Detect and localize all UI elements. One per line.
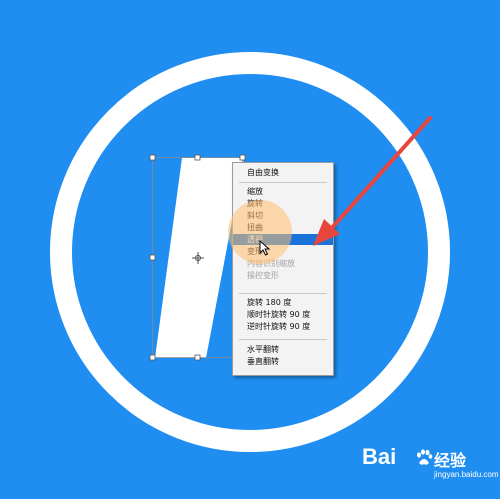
menu-item-rotate-90-cw[interactable]: 顺时针旋转 90 度 bbox=[233, 309, 333, 320]
menu-item-rotate-180[interactable]: 旋转 180 度 bbox=[233, 297, 333, 308]
watermark-url: jingyan.baidu.com bbox=[434, 470, 499, 479]
watermark-brand: Bai bbox=[362, 444, 397, 469]
menu-item-flip-horizontal[interactable]: 水平翻转 bbox=[233, 344, 333, 355]
mouse-cursor-icon bbox=[259, 240, 271, 256]
menu-item-scale[interactable]: 缩放 bbox=[233, 186, 333, 197]
menu-item-puppet-warp: 操控变形 bbox=[247, 271, 279, 280]
menu-separator bbox=[239, 339, 327, 340]
menu-separator bbox=[239, 182, 327, 183]
menu-item-rotate-90-ccw[interactable]: 逆时针旋转 90 度 bbox=[233, 321, 333, 332]
transform-context-menu: 自由变换 缩放 旋转 斜切 扭曲 透视 变形 内容识别缩放 操控变形 旋转 18… bbox=[232, 162, 334, 376]
menu-item-flip-vertical[interactable]: 垂直翻转 bbox=[233, 356, 333, 367]
menu-separator bbox=[239, 293, 327, 294]
menu-item-free-transform[interactable]: 自由变换 bbox=[233, 167, 333, 178]
baidu-paw-icon bbox=[417, 449, 433, 465]
watermark-suffix: 经验 bbox=[434, 451, 467, 470]
